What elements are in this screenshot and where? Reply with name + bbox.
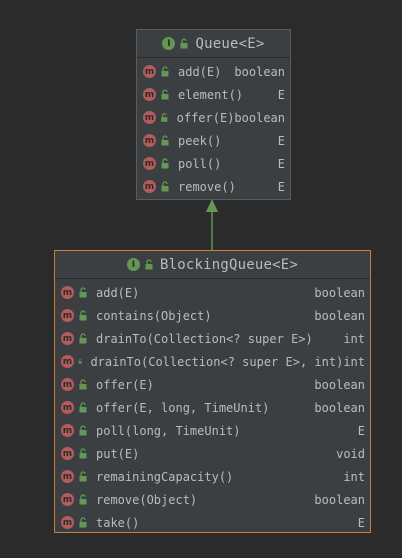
method-return-type: boolean [234,64,285,79]
method-icon: m [61,447,74,460]
method-return-type: int [343,354,365,369]
method-return-type: E [277,179,285,194]
method-return-type: boolean [234,110,285,125]
method-icon: m [143,65,156,78]
method-return-type: boolean [314,400,365,415]
method-name: poll() [178,156,222,171]
method-name: element() [178,87,244,102]
lock-icon [161,113,168,122]
method-return-type: E [277,87,285,102]
method-row[interactable]: m poll(long, TimeUnit) E [55,419,370,442]
method-name: offer(E, long, TimeUnit) [96,400,270,415]
method-icon: m [61,286,74,299]
method-icon: m [143,111,156,124]
method-icon: m [61,309,74,322]
lock-icon [161,89,169,100]
method-row[interactable]: m remove(Object) boolean [55,488,370,511]
lock-icon [79,379,87,390]
inheritance-arrowhead [206,199,218,212]
lock-icon [79,287,87,298]
method-name: drainTo(Collection<? super E>, int) [90,354,344,369]
method-icon: m [143,157,156,170]
lock-icon [145,259,153,270]
method-row[interactable]: m remainingCapacity() int [55,465,370,488]
blocking-queue-title: BlockingQueue<E> [159,256,299,273]
method-name: add(E) [178,64,222,79]
queue-interface-box[interactable]: I Queue<E> m add(E) boolean m element() Em off… [136,29,291,200]
method-name: drainTo(Collection<? super E>) [96,331,313,346]
method-name: remainingCapacity() [96,469,234,484]
method-row[interactable]: m contains(Object) boolean [55,304,370,327]
method-row[interactable]: m element() E [137,83,290,106]
lock-icon [79,448,87,459]
method-return-type: boolean [314,308,365,323]
lock-icon [79,471,87,482]
lock-icon [79,310,87,321]
method-name: add(E) [96,285,140,300]
queue-title: Queue<E> [195,35,265,52]
interface-icon: I [162,37,176,50]
method-icon: m [143,88,156,101]
method-return-type: void [336,446,365,461]
method-return-type: int [343,331,365,346]
queue-methods-list: m add(E) boolean m element() Em offer(E) boolea… [137,58,290,198]
method-name: remove(Object) [96,492,198,507]
method-icon: m [61,401,74,414]
lock-icon [161,181,169,192]
method-icon: m [61,493,74,506]
blocking-queue-header: I BlockingQueue<E> [55,251,370,279]
lock-icon [78,359,82,364]
method-return-type: E [277,133,285,148]
lock-icon [161,158,169,169]
method-icon: m [61,332,74,345]
method-return-type: E [357,515,365,530]
method-icon: m [61,355,74,368]
method-icon: m [61,424,74,437]
method-return-type: boolean [314,377,365,392]
method-return-type: E [277,156,285,171]
method-row[interactable]: m poll() E [137,152,290,175]
method-name: remove() [178,179,236,194]
method-icon: m [61,516,74,529]
lock-icon [161,66,169,77]
method-row[interactable]: m add(E) boolean [137,60,290,83]
queue-header: I Queue<E> [137,30,290,58]
interface-icon: I [126,258,140,271]
method-row[interactable]: m peek() E [137,129,290,152]
lock-icon [79,517,87,528]
method-name: peek() [178,133,222,148]
method-icon: m [143,134,156,147]
method-row[interactable]: m put(E) void [55,442,370,465]
method-icon: m [61,378,74,391]
method-row[interactable]: m remove() E [137,175,290,198]
method-row[interactable]: m drainTo(Collection<? super E>, int) int [55,350,370,373]
method-return-type: int [343,469,365,484]
method-row[interactable]: m offer(E) boolean [55,373,370,396]
lock-icon [79,494,87,505]
method-row[interactable]: m drainTo(Collection<? super E>) int [55,327,370,350]
blocking-queue-methods-list: m add(E) boolean m contains(Object) boolean m d… [55,279,370,534]
lock-icon [79,425,87,436]
method-row[interactable]: m offer(E, long, TimeUnit) boolean [55,396,370,419]
method-name: take() [96,515,140,530]
method-row[interactable]: m offer(E) boolean [137,106,290,129]
method-return-type: boolean [314,492,365,507]
lock-icon [79,402,87,413]
method-return-type: E [357,423,365,438]
method-row[interactable]: m add(E) boolean [55,281,370,304]
lock-icon [79,333,87,344]
method-icon: m [61,470,74,483]
blocking-queue-interface-box[interactable]: I BlockingQueue<E> m add(E) boolean m contai… [54,250,371,533]
method-name: contains(Object) [96,308,212,323]
method-row[interactable]: m take() E [55,511,370,534]
method-return-type: boolean [314,285,365,300]
method-name: offer(E) [176,110,235,125]
method-icon: m [143,180,156,193]
method-name: offer(E) [96,377,154,392]
lock-icon [180,38,188,49]
lock-icon [161,135,169,146]
method-name: put(E) [96,446,140,461]
method-name: poll(long, TimeUnit) [96,423,241,438]
